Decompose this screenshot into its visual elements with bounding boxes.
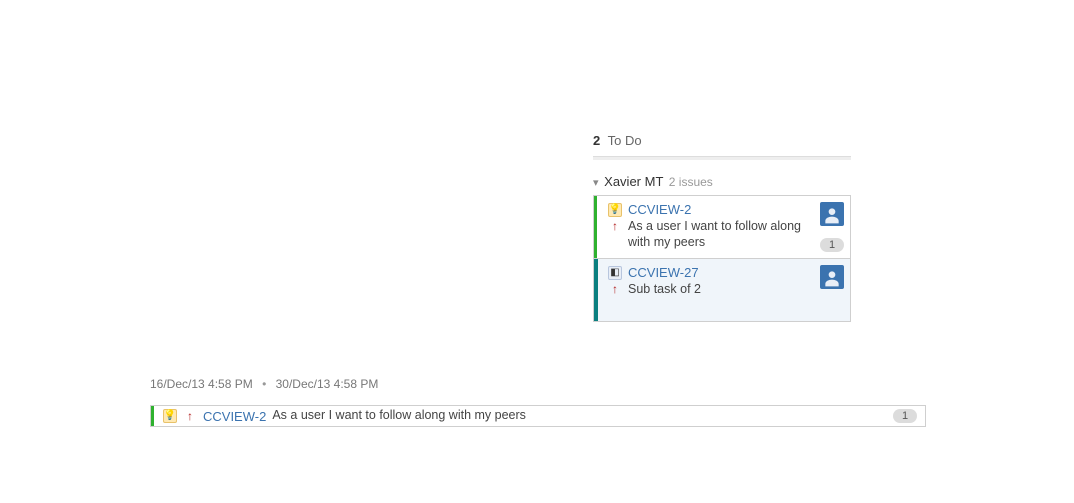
subtask-icon: ◧ (608, 266, 622, 280)
story-icon: 💡 (163, 409, 177, 423)
issue-summary: Sub task of 2 (628, 282, 814, 298)
issue-summary: As a user I want to follow along with my… (628, 219, 814, 250)
assignee-avatar[interactable] (820, 265, 844, 289)
card-status-bar (594, 196, 597, 258)
issue-row[interactable]: 💡 ↑ CCVIEW-2 As a user I want to follow … (150, 405, 926, 427)
date-range: 16/Dec/13 4:58 PM • 30/Dec/13 4:58 PM (150, 377, 926, 391)
swimlane-name: Xavier MT (604, 174, 663, 189)
card-list: 💡 CCVIEW-2 ↑ As a user I want to follow … (593, 195, 851, 322)
subtask-count-badge: 1 (820, 238, 844, 252)
issue-key-link[interactable]: CCVIEW-2 (203, 409, 266, 424)
column-header: 2 To Do (593, 130, 851, 152)
swimlane-subtext: 2 issues (669, 175, 713, 189)
subtask-count-badge: 1 (893, 409, 917, 423)
issue-card[interactable]: ◧ CCVIEW-27 ↑ Sub task of 2 (594, 258, 850, 321)
column-title: To Do (608, 133, 642, 148)
assignee-avatar[interactable] (820, 202, 844, 226)
swimlane-header[interactable]: ▾ Xavier MT 2 issues (593, 174, 851, 189)
issue-summary: As a user I want to follow along with my… (272, 408, 526, 424)
priority-up-icon: ↑ (608, 219, 622, 233)
priority-up-icon: ↑ (608, 282, 622, 296)
chevron-down-icon: ▾ (593, 176, 599, 189)
sprint-footer: 16/Dec/13 4:58 PM • 30/Dec/13 4:58 PM 💡 … (150, 377, 926, 427)
card-status-bar (151, 406, 154, 426)
issue-key-link[interactable]: CCVIEW-2 (628, 202, 691, 217)
issue-card[interactable]: 💡 CCVIEW-2 ↑ As a user I want to follow … (594, 196, 850, 258)
issue-key-link[interactable]: CCVIEW-27 (628, 265, 699, 280)
start-date: 16/Dec/13 4:58 PM (150, 377, 253, 391)
column-count: 2 (593, 133, 600, 148)
priority-up-icon: ↑ (183, 409, 197, 423)
story-icon: 💡 (608, 203, 622, 217)
card-status-bar (594, 259, 598, 321)
board-column-todo: 2 To Do ▾ Xavier MT 2 issues 💡 CCVIEW-2 … (593, 130, 851, 322)
column-divider (593, 156, 851, 160)
end-date: 30/Dec/13 4:58 PM (276, 377, 379, 391)
bullet-separator: • (262, 377, 266, 391)
